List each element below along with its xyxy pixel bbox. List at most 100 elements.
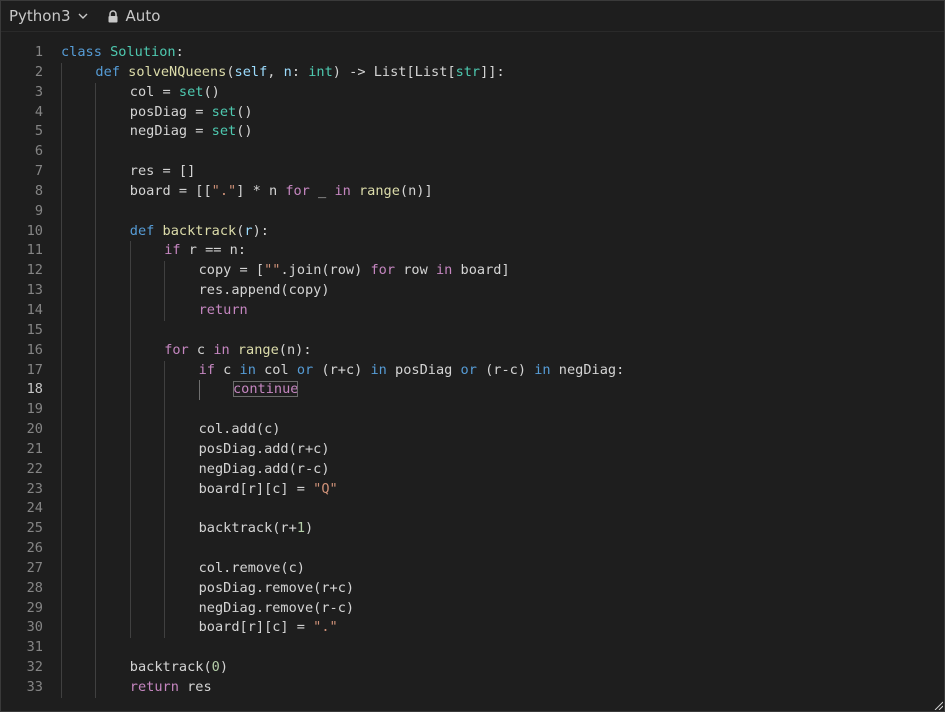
code-line[interactable]: 28 posDiag.remove(r+c) [1,578,944,599]
code-line[interactable]: 23 board[r][c] = "Q" [1,479,944,500]
indent-guide [129,241,131,262]
code-line[interactable]: 3 col = set() [1,82,944,103]
indent-guide [164,261,166,282]
code-line[interactable]: 27 col.remove(c) [1,558,944,579]
code-line[interactable]: 4 posDiag = set() [1,102,944,123]
indent-guide [129,539,131,559]
code-token: col.add(c) [198,421,281,438]
indent-guide [164,519,166,540]
line-number: 29 [26,599,43,616]
code-text: return res [130,678,212,698]
line-number: 16 [26,341,43,358]
code-text: negDiag.remove(r-c) [199,599,355,619]
code-line[interactable]: 26 [1,539,944,559]
indent-guide [61,261,62,282]
code-token: r [244,222,253,239]
code-area[interactable]: 1 class Solution: 2 def solveNQueens(self, … [1,32,944,698]
indent-guide [95,479,97,500]
indent-guide [61,122,62,143]
code-token: def [129,222,155,239]
code-text: posDiag.add(r+c) [199,440,330,460]
indent-guide [95,300,97,321]
code-line[interactable]: 20 col.add(c) [1,420,944,440]
code-line[interactable]: 19 [1,400,944,421]
code-line[interactable]: 11 if r == n: [1,241,944,262]
indent-guide [164,499,166,520]
code-text: board[r][c] = "." [199,618,338,638]
code-line[interactable]: 14 return [1,300,944,321]
indent-guide [61,558,62,579]
code-line[interactable]: 17 if c in col or (r+c) in posDiag or (r-… [1,360,944,381]
code-token: _ [309,182,335,199]
code-text: negDiag = set() [130,122,253,142]
code-line[interactable]: 32 backtrack(0) [1,658,944,678]
indent-guide [129,578,131,599]
indent-guide [61,618,62,639]
code-line[interactable]: 25 backtrack(r+1) [1,519,944,540]
code-line[interactable]: 18 continue [1,380,944,401]
code-line[interactable]: 29 negDiag.remove(r-c) [1,598,944,619]
code-line[interactable]: 2 def solveNQueens(self, n: int) -> List[… [1,62,944,83]
code-line[interactable]: 15 [1,320,944,341]
code-token: res.append(copy) [198,282,330,299]
indent-guide [164,618,166,639]
auto-mode-toggle[interactable]: Auto [107,7,161,25]
code-editor-window: Python3 Auto 1 class Solution: 2 def solveN… [0,0,945,712]
language-label: Python3 [9,7,71,25]
indent-guide [95,638,97,659]
indent-guide [61,598,62,619]
code-token: c [188,341,214,358]
code-line[interactable]: 6 [1,142,944,163]
line-number: 13 [26,282,43,299]
code-line[interactable]: 13 res.append(copy) [1,281,944,301]
language-select[interactable]: Python3 [9,7,89,25]
code-token: for [285,182,310,199]
code-line[interactable]: 24 [1,499,944,520]
code-token: posDiag.add(r+c) [198,440,330,457]
indent-guide [61,142,62,163]
indent-guide [164,539,166,559]
code-line[interactable]: 22 negDiag.add(r-c) [1,459,944,480]
code-line[interactable]: 5 negDiag = set() [1,122,944,143]
code-token: "" [264,262,281,279]
indent-guide [61,459,62,480]
code-line[interactable]: 7 res = [] [1,162,944,182]
indent-guide [95,261,97,282]
code-line[interactable]: 8 board = [["."] * n for _ in range(n)] [1,181,944,202]
indent-guide [164,558,166,579]
mode-label: Auto [125,7,161,25]
indent-guide [129,618,131,639]
code-line[interactable]: 21 posDiag.add(r+c) [1,439,944,460]
indent-guide [95,360,97,381]
indent-guide [95,400,97,421]
resize-grip-icon[interactable] [933,700,943,710]
line-number: 1 [34,44,43,60]
code-text: return [199,301,248,321]
indent-guide [61,300,62,321]
code-line[interactable]: 31 [1,638,944,659]
indent-guide [61,181,62,202]
line-number: 28 [26,579,43,596]
line-number: 32 [26,659,43,676]
code-line[interactable]: 12 copy = ["".join(row) for row in board] [1,261,944,282]
code-token: solveNQueens [128,63,227,80]
indent-guide [61,539,62,559]
code-line[interactable]: 33 return res [1,678,944,698]
code-line[interactable]: 9 [1,201,944,222]
code-token: set [211,103,237,120]
code-token: return [129,679,179,695]
code-line[interactable]: 10 def backtrack(r): [1,221,944,242]
code-token: r == n: [180,242,247,259]
code-token: negDiag: [550,361,625,378]
code-token: ) -> List[List[ [332,63,456,80]
indent-guide [95,459,97,480]
indent-guide [164,300,166,321]
code-token: def [95,63,120,80]
code-text: board[r][c] = "Q" [199,480,338,500]
code-token: copy = [ [198,262,265,279]
code-line[interactable]: 30 board[r][c] = "." [1,618,944,639]
code-line[interactable]: 16 for c in range(n): [1,340,944,361]
code-line[interactable]: 1 class Solution: [1,43,944,63]
code-token: ) [305,520,314,537]
